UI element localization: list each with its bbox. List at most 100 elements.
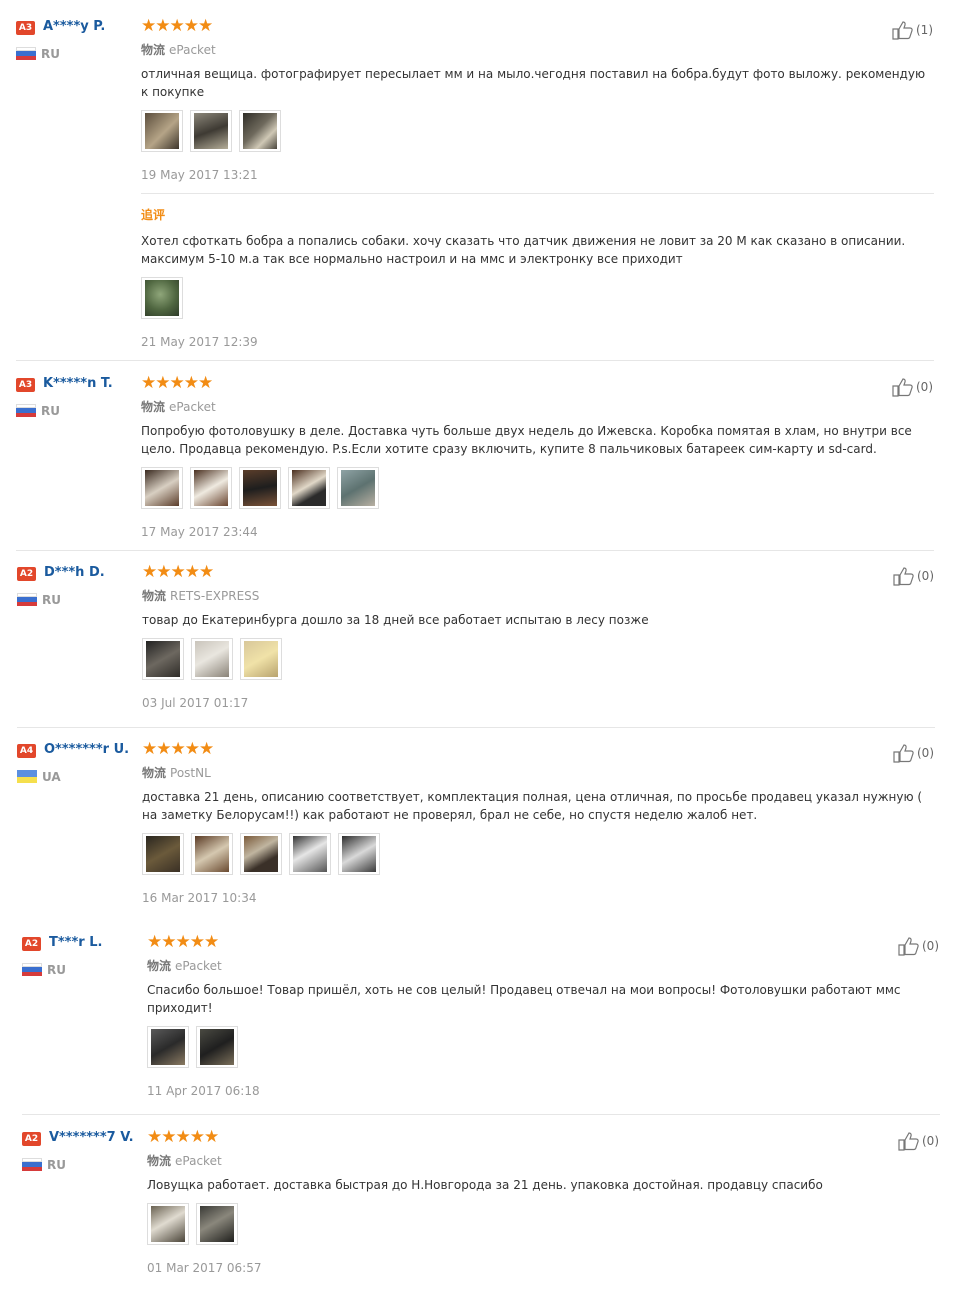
review-photo-thumbnail[interactable]: [147, 1203, 189, 1245]
logistics-info: 物流 ePacket: [141, 41, 216, 58]
review-photo-thumbnail[interactable]: [239, 110, 281, 152]
review-photo-thumbnail[interactable]: [196, 1203, 238, 1245]
review-photo-thumbnail[interactable]: [240, 638, 282, 680]
buyer-country: RU: [47, 1158, 66, 1172]
helpful-button[interactable]: (0): [893, 743, 934, 763]
review-date: 11 Apr 2017 06:18: [147, 1084, 260, 1098]
buyer-name: O*******r U.: [44, 742, 130, 757]
thumbs-up-icon: [892, 21, 913, 40]
review-photos: [147, 1026, 245, 1068]
logistics-method: PostNL: [170, 766, 211, 780]
logistics-label: 物流: [142, 589, 167, 603]
logistics-method: ePacket: [169, 43, 216, 57]
buyer-country: RU: [41, 404, 60, 418]
logistics-info: 物流 RETS-EXPRESS: [142, 587, 259, 604]
review-photo-thumbnail[interactable]: [142, 833, 184, 875]
review-date: 16 Mar 2017 10:34: [142, 891, 257, 905]
star-rating: ★★★★★: [142, 739, 214, 759]
star-rating: ★★★★★: [141, 373, 213, 393]
helpful-count: (1): [916, 23, 933, 37]
review-photos: [141, 110, 288, 152]
additional-review-photos: [141, 277, 190, 319]
review-photos: [141, 467, 386, 509]
logistics-label: 物流: [147, 959, 172, 973]
review-photo-thumbnail[interactable]: [141, 277, 183, 319]
logistics-method: ePacket: [175, 1154, 222, 1168]
review-text: Попробую фотоловушку в деле. Доставка чу…: [141, 424, 912, 456]
review-text: товар до Екатеринбурга дошло за 18 дней …: [142, 613, 649, 627]
review-photo-thumbnail[interactable]: [191, 833, 233, 875]
flag-ru-icon: [16, 47, 36, 60]
logistics-info: 物流 ePacket: [141, 398, 216, 415]
flag-ru-icon: [22, 963, 42, 976]
review-date: 03 Jul 2017 01:17: [142, 696, 249, 710]
logistics-info: 物流 ePacket: [147, 1152, 222, 1169]
review-text: доставка 21 день, описанию соответствует…: [142, 790, 923, 822]
flag-ru-icon: [16, 404, 36, 417]
review-text: отличная вещица. фотографирует пересылае…: [141, 67, 926, 99]
review-photo-thumbnail[interactable]: [191, 638, 233, 680]
flag-ru-icon: [22, 1158, 42, 1171]
review-photo-thumbnail[interactable]: [240, 833, 282, 875]
review-photo-thumbnail[interactable]: [196, 1026, 238, 1068]
thumbs-up-icon: [892, 378, 913, 397]
star-rating: ★★★★★: [147, 932, 219, 952]
flag-ru-icon: [17, 593, 37, 606]
review-text: Спасибо большое! Товар пришёл, хоть не с…: [147, 983, 901, 1015]
helpful-button[interactable]: (0): [898, 936, 939, 956]
review-photo-thumbnail[interactable]: [190, 110, 232, 152]
buyer-level-badge: A3: [16, 21, 35, 35]
helpful-button[interactable]: (0): [898, 1131, 939, 1151]
review-date: 17 May 2017 23:44: [141, 525, 258, 539]
review-photos: [142, 638, 289, 680]
review-photo-thumbnail[interactable]: [288, 467, 330, 509]
helpful-count: (0): [922, 1134, 939, 1148]
divider: [141, 193, 934, 194]
review-photo-thumbnail[interactable]: [190, 467, 232, 509]
buyer-country: UA: [42, 770, 61, 784]
review-photos: [142, 833, 387, 875]
star-rating: ★★★★★: [142, 562, 214, 582]
thumbs-up-icon: [898, 937, 919, 956]
buyer-name: A****y P.: [43, 19, 106, 34]
additional-review-text: Хотел сфоткать бобра а попались собаки. …: [141, 234, 906, 266]
buyer-level-badge: A2: [22, 1132, 41, 1146]
flag-ua-icon: [17, 770, 37, 783]
logistics-label: 物流: [141, 400, 166, 414]
buyer-level-badge: A2: [17, 567, 36, 581]
helpful-count: (0): [922, 939, 939, 953]
logistics-method: RETS-EXPRESS: [170, 589, 260, 603]
review-date: 01 Mar 2017 06:57: [147, 1261, 262, 1275]
helpful-button[interactable]: (0): [892, 377, 933, 397]
logistics-method: ePacket: [175, 959, 222, 973]
buyer-country: RU: [42, 593, 61, 607]
logistics-label: 物流: [142, 766, 167, 780]
review-photo-thumbnail[interactable]: [239, 467, 281, 509]
additional-review-date: 21 May 2017 12:39: [141, 335, 258, 349]
review-photo-thumbnail[interactable]: [147, 1026, 189, 1068]
review-photo-thumbnail[interactable]: [337, 467, 379, 509]
additional-review-label: 追评: [141, 208, 166, 222]
review-photo-thumbnail[interactable]: [289, 833, 331, 875]
buyer-country: RU: [47, 963, 66, 977]
buyer-name: T***r L.: [49, 935, 103, 950]
review-divider: [17, 727, 935, 728]
buyer-country: RU: [41, 47, 60, 61]
review-photo-thumbnail[interactable]: [141, 467, 183, 509]
helpful-button[interactable]: (1): [892, 20, 933, 40]
review-photo-thumbnail[interactable]: [141, 110, 183, 152]
review-photo-thumbnail[interactable]: [142, 638, 184, 680]
helpful-count: (0): [917, 746, 934, 760]
helpful-button[interactable]: (0): [893, 566, 934, 586]
review-text: Ловущка работает. доставка быстрая до Н.…: [147, 1178, 823, 1192]
review-divider: [16, 550, 934, 551]
buyer-level-badge: A4: [17, 744, 36, 758]
buyer-level-badge: A2: [22, 937, 41, 951]
thumbs-up-icon: [893, 567, 914, 586]
buyer-name: K*****n T.: [43, 376, 113, 391]
review-date: 19 May 2017 13:21: [141, 168, 258, 182]
buyer-name: D***h D.: [44, 565, 105, 580]
star-rating: ★★★★★: [147, 1127, 219, 1147]
review-photo-thumbnail[interactable]: [338, 833, 380, 875]
review-divider: [16, 360, 934, 361]
